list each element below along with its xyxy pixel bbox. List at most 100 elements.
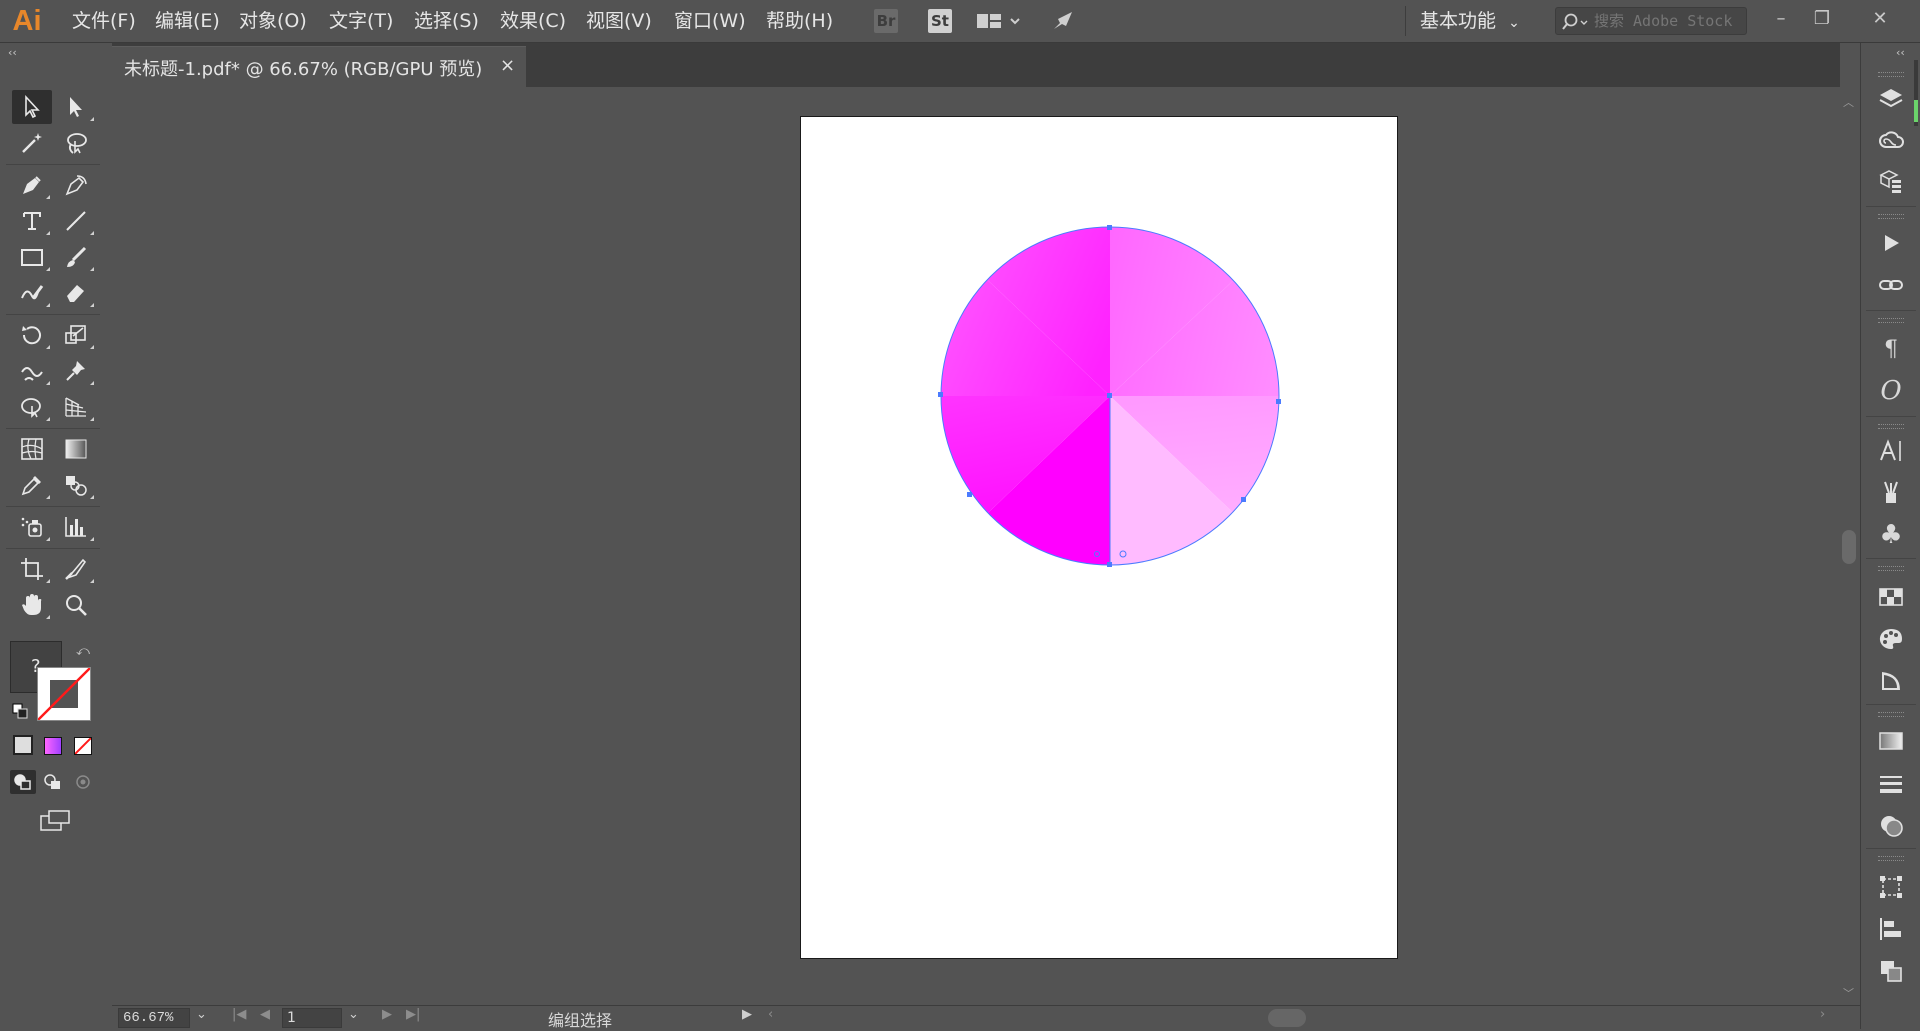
curvature-tool[interactable] (56, 168, 96, 202)
blend-tool[interactable] (56, 468, 96, 502)
menu-select[interactable]: 选择(S) (412, 8, 481, 34)
symbols-panel-button[interactable]: ♣ (1873, 518, 1909, 552)
gradient-tool[interactable] (56, 432, 96, 466)
transparency-icon (1882, 672, 1900, 690)
first-artboard-icon[interactable]: |◀ (232, 1007, 246, 1022)
free-transform-tool[interactable] (12, 390, 52, 424)
slice-tool[interactable] (56, 552, 96, 586)
menu-view[interactable]: 视图(V) (584, 8, 654, 34)
magic-wand-tool[interactable] (12, 126, 52, 160)
last-artboard-icon[interactable]: ▶| (406, 1007, 420, 1022)
scroll-right-icon[interactable]: › (1820, 1007, 1825, 1022)
zoom-tool[interactable] (56, 588, 96, 622)
screen-mode-button[interactable] (38, 808, 72, 834)
color-mode-button[interactable] (13, 735, 33, 755)
next-artboard-icon[interactable]: ▶ (382, 1007, 392, 1022)
scroll-left-icon[interactable]: ‹ (768, 1007, 773, 1022)
close-window-button[interactable]: ✕ (1862, 4, 1898, 34)
artboard-dropdown-icon[interactable]: ⌄ (348, 1007, 359, 1022)
stroke-swatch[interactable] (37, 667, 91, 721)
eraser-tool[interactable] (56, 276, 96, 310)
app-logo: Ai (12, 5, 42, 37)
line-segment-tool[interactable] (56, 204, 96, 238)
scale-tool[interactable] (56, 318, 96, 352)
default-fill-stroke-icon[interactable] (12, 703, 28, 719)
document-tab[interactable]: 未标题-1.pdf* @ 66.67% (RGB/GPU 预览) × (112, 46, 526, 87)
shaper-tool[interactable] (12, 276, 52, 310)
collapse-panel-icon[interactable]: ‹‹ (8, 46, 17, 59)
menu-window[interactable]: 窗口(W) (672, 8, 748, 34)
character-panel-button[interactable] (1873, 434, 1909, 468)
links-panel-button[interactable] (1873, 268, 1909, 302)
draw-behind-button[interactable] (40, 770, 66, 794)
symbol-sprayer-tool[interactable] (12, 510, 52, 544)
previous-artboard-icon[interactable]: ◀ (260, 1007, 270, 1022)
scroll-down-icon[interactable]: ﹀ (1843, 985, 1854, 1001)
search-input[interactable] (1594, 10, 1742, 32)
zoom-level-field[interactable]: 66.67% (118, 1008, 190, 1028)
menu-help[interactable]: 帮助(H) (764, 8, 835, 34)
selection-tool[interactable] (12, 90, 52, 124)
libraries-panel-button[interactable] (1873, 124, 1909, 158)
swatches-panel-button[interactable] (1873, 580, 1909, 614)
scroll-up-icon[interactable]: ︿ (1843, 94, 1854, 110)
minimize-button[interactable]: – (1763, 4, 1799, 34)
artboard-number-field[interactable]: 1 (282, 1008, 342, 1028)
gradient-mode-button[interactable] (44, 737, 62, 755)
close-tab-icon[interactable]: × (500, 55, 515, 76)
vertical-scroll-thumb[interactable] (1842, 530, 1856, 564)
puppet-warp-tool[interactable] (56, 354, 96, 388)
bridge-button[interactable]: Br (874, 9, 898, 33)
artboard[interactable] (800, 116, 1398, 959)
pathfinder-panel-button[interactable] (1873, 954, 1909, 988)
eyedropper-tool[interactable] (12, 468, 52, 502)
pen-tool[interactable] (12, 168, 52, 202)
align-panel-button[interactable] (1873, 912, 1909, 946)
horizontal-scroll-thumb[interactable] (1268, 1009, 1306, 1027)
rotate-tool[interactable] (12, 318, 52, 352)
rectangle-tool[interactable] (12, 240, 52, 274)
draw-inside-button[interactable] (70, 770, 96, 794)
workspace-switcher[interactable]: 基本功能 ⌄ (1420, 6, 1520, 36)
stock-search-box[interactable] (1555, 7, 1747, 35)
layers-panel-button[interactable] (1873, 82, 1909, 116)
appearance-panel-button[interactable] (1873, 808, 1909, 842)
swap-fill-stroke-icon[interactable]: ⤺ (76, 644, 90, 659)
restore-button[interactable]: ❐ (1804, 4, 1840, 34)
warp-tool[interactable] (12, 354, 52, 388)
none-mode-button[interactable] (74, 737, 92, 755)
expand-panels-icon[interactable]: ‹‹ (1896, 46, 1905, 59)
menu-effect[interactable]: 效果(C) (498, 8, 568, 34)
perspective-grid-tool[interactable] (56, 390, 96, 424)
zoom-dropdown-icon[interactable]: ⌄ (196, 1007, 207, 1022)
artboard-tool[interactable] (12, 552, 52, 586)
opentype-panel-button[interactable]: O (1873, 374, 1909, 408)
actions-panel-button[interactable] (1873, 226, 1909, 260)
menu-edit[interactable]: 编辑(E) (153, 8, 222, 34)
transparency-panel-button[interactable] (1873, 664, 1909, 698)
menu-object[interactable]: 对象(O) (237, 8, 309, 34)
brushes-panel-button[interactable] (1873, 476, 1909, 510)
arrange-documents-button[interactable] (975, 9, 1027, 33)
color-guide-panel-button[interactable] (1873, 622, 1909, 656)
gpu-performance-button[interactable] (1050, 9, 1078, 33)
menu-file[interactable]: 文件(F) (70, 8, 138, 34)
paintbrush-tool[interactable] (56, 240, 96, 274)
type-tool[interactable] (12, 204, 52, 238)
mesh-tool[interactable] (12, 432, 52, 466)
gradient-panel-button[interactable] (1873, 724, 1909, 758)
stroke-panel-button[interactable] (1873, 766, 1909, 800)
artwork[interactable] (801, 117, 1399, 960)
menu-type[interactable]: 文字(T) (327, 8, 395, 34)
lasso-icon (67, 133, 87, 154)
stock-button[interactable]: St (928, 9, 952, 33)
paragraph-panel-button[interactable]: ¶ (1873, 332, 1909, 366)
direct-selection-tool[interactable] (56, 90, 96, 124)
column-graph-tool[interactable] (56, 510, 96, 544)
lasso-tool[interactable] (56, 126, 96, 160)
transform-panel-button[interactable] (1873, 870, 1909, 904)
asset-export-panel-button[interactable] (1873, 164, 1909, 198)
hand-tool[interactable] (12, 588, 52, 622)
status-menu-icon[interactable]: ▶ (742, 1007, 752, 1022)
draw-normal-button[interactable] (10, 770, 36, 794)
